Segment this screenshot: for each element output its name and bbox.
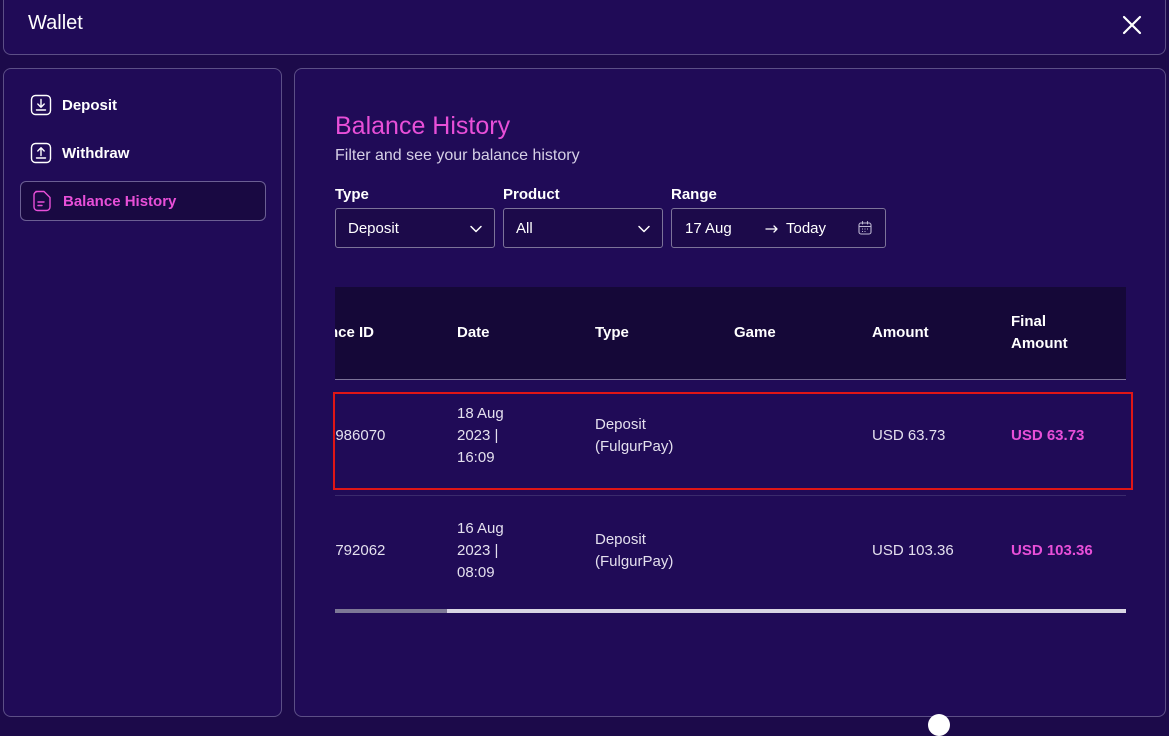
arrow-right-icon	[765, 225, 778, 233]
cell-date-line: 08:09	[457, 564, 495, 581]
cell-date-line: 16:09	[457, 449, 495, 466]
upload-icon	[30, 142, 52, 164]
calendar-icon	[858, 220, 872, 235]
col-final-amount-line2: Amount	[1011, 335, 1068, 352]
cell-type: Deposit (FulgurPay)	[595, 529, 673, 573]
range-to: Today	[786, 219, 827, 237]
col-amount: Amount	[872, 324, 929, 341]
range-filter-label: Range	[671, 186, 717, 203]
table-header: nce ID Date Type Game Amount Final Amoun…	[335, 287, 1126, 380]
cell-type-line: (FulgurPay)	[595, 438, 674, 455]
chevron-down-icon	[638, 225, 650, 233]
horizontal-scrollbar[interactable]	[335, 609, 1126, 613]
scrollbar-thumb[interactable]	[335, 609, 447, 613]
col-balance-id: nce ID	[335, 324, 375, 341]
sidebar-item-label: Deposit	[62, 96, 118, 114]
chevron-down-icon	[470, 225, 482, 233]
floating-dot	[928, 714, 950, 736]
cell-balance-id: 4986070	[335, 427, 386, 444]
date-range-picker[interactable]: 17 Aug Today	[671, 208, 886, 248]
page-subtitle: Filter and see your balance history	[335, 147, 580, 164]
download-icon	[30, 94, 52, 116]
cell-date-line: 18 Aug	[457, 405, 504, 422]
cell-date: 18 Aug 2023 | 16:09	[457, 403, 504, 469]
col-final-amount-line1: Final	[1011, 313, 1047, 330]
type-select-value: Deposit	[348, 219, 399, 237]
cell-date-line: 16 Aug	[457, 520, 504, 537]
cell-type: Deposit (FulgurPay)	[595, 414, 673, 458]
sidebar-item-balance-history[interactable]: Balance History	[20, 181, 266, 221]
sidebar-item-label: Balance History	[63, 192, 177, 210]
col-date: Date	[457, 324, 490, 341]
cell-date-line: 2023 |	[457, 542, 499, 559]
table-row[interactable]: 4986070 18 Aug 2023 | 16:09 Deposit (Ful…	[335, 381, 1126, 493]
type-select[interactable]: Deposit	[335, 208, 495, 248]
col-game: Game	[734, 324, 776, 341]
cell-amount: USD 63.73	[872, 427, 946, 444]
sidebar-item-label: Withdraw	[62, 144, 130, 162]
cell-amount: USD 103.36	[872, 542, 954, 559]
cell-balance-id: 9792062	[335, 542, 386, 559]
cell-final-amount: USD 63.73	[1011, 427, 1085, 444]
cell-type-line: Deposit	[595, 531, 646, 548]
sidebar: Deposit Withdraw Balance History	[3, 68, 282, 717]
cell-final-amount: USD 103.36	[1011, 542, 1093, 559]
balance-history-panel: Balance History Filter and see your bala…	[294, 68, 1166, 717]
product-filter-label: Product	[503, 186, 560, 203]
cell-type-line: Deposit	[595, 416, 646, 433]
type-filter-label: Type	[335, 186, 369, 203]
wallet-header: Wallet	[3, 0, 1166, 55]
product-select[interactable]: All	[503, 208, 663, 248]
balance-history-table[interactable]: nce ID Date Type Game Amount Final Amoun…	[335, 287, 1126, 617]
header-title: Wallet	[28, 12, 83, 34]
sidebar-item-withdraw[interactable]: Withdraw	[20, 133, 266, 173]
col-final-amount: Final Amount	[1011, 311, 1068, 355]
col-type: Type	[595, 324, 629, 341]
page-title: Balance History	[335, 112, 511, 140]
sidebar-item-deposit[interactable]: Deposit	[20, 85, 266, 125]
close-button[interactable]	[1119, 12, 1145, 38]
range-from: 17 Aug	[685, 219, 732, 237]
document-icon	[31, 190, 53, 212]
table-row[interactable]: 9792062 16 Aug 2023 | 08:09 Deposit (Ful…	[335, 495, 1126, 607]
product-select-value: All	[516, 219, 533, 237]
cell-type-line: (FulgurPay)	[595, 553, 674, 570]
cell-date-line: 2023 |	[457, 427, 499, 444]
cell-date: 16 Aug 2023 | 08:09	[457, 518, 504, 584]
close-icon	[1122, 15, 1142, 35]
